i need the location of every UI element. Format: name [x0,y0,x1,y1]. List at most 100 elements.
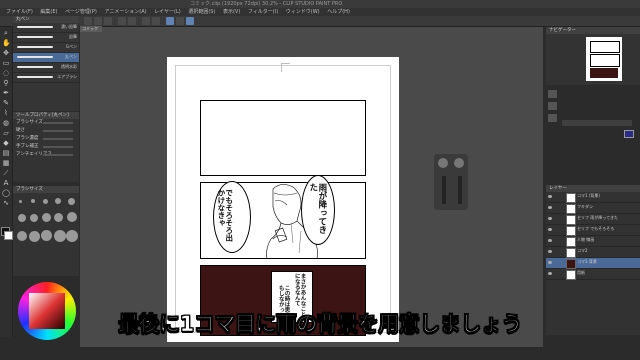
layer-row[interactable]: 用紙 [546,269,640,280]
eraser-icon[interactable]: ▱ [2,129,10,137]
redo-button[interactable] [128,17,136,25]
brush-item[interactable]: エアブラシ [13,73,79,83]
move-icon[interactable]: ✥ [2,49,10,57]
rotate-knob[interactable] [438,158,448,168]
eyedropper-icon[interactable]: ⚲ [2,79,10,87]
layer-color-swatch[interactable] [624,130,634,138]
brush-item[interactable]: 透明水彩 [13,63,79,73]
brush-size-preset[interactable] [30,214,38,222]
open-button[interactable] [94,17,102,25]
snap-frame-button[interactable] [186,17,194,25]
brush-size-preset[interactable] [17,231,27,241]
fill-button[interactable] [152,17,160,25]
brush-item-label: エアブラシ [57,74,77,79]
select-icon[interactable]: ▭ [2,59,10,67]
frame-icon[interactable]: ▦ [2,159,10,167]
brush-icon[interactable]: ⌇ [2,109,10,117]
property-row[interactable]: ブラシサイズ [13,119,79,127]
fill-icon[interactable]: ◆ [2,139,10,147]
navigator-thumbnail[interactable] [586,37,622,81]
clear-button[interactable] [142,17,150,25]
eye-icon[interactable] [548,195,552,198]
comic-frame-1[interactable] [200,100,366,176]
property-row[interactable]: 手ブレ補正 [13,143,79,151]
layer-row-selected[interactable]: コマ3 背景 [546,258,640,269]
ruler-icon[interactable]: ⟋ [2,169,10,177]
history-icon[interactable] [548,102,557,110]
eye-icon[interactable] [548,239,552,242]
brush-size-preset[interactable] [68,198,75,205]
layer-property-bar[interactable] [562,120,632,126]
hand-icon[interactable]: ✋ [2,39,11,47]
eye-icon[interactable] [548,217,552,220]
save-button[interactable] [104,17,112,25]
layer-row[interactable]: コマ1 (背景) [546,192,640,203]
opacity-slider[interactable] [442,176,446,204]
eye-icon[interactable] [548,228,552,231]
brush-size-preset[interactable] [29,231,40,242]
layer-name: コマ3 背景 [577,259,597,264]
lasso-icon[interactable]: ◌ [2,69,10,77]
menu-item-view[interactable]: 表示(V) [223,8,240,16]
layer-row[interactable]: セリフ でもそろそろ [546,225,640,236]
property-row[interactable]: ブラシ濃度 [13,135,79,143]
tool-palette: ⌕ ✋ ✥ ▭ ◌ ⚲ ✒ ✎ ⌇ ◍ ▱ ◆ ▤ ▦ ⟋ A ◯ ∿ [0,27,13,337]
correct-line-icon[interactable]: ∿ [2,199,10,207]
brush-item[interactable]: 鉛筆 [13,33,79,43]
brush-size-preset[interactable] [31,199,35,203]
menu-item-page[interactable]: ページ管理(P) [65,8,97,16]
eye-icon[interactable] [548,206,552,209]
text-icon[interactable]: A [2,179,10,187]
manga-page[interactable]: 雨が降ってきた でもそろそろ出かけなきゃ まさかあんなことになるなんて この時は… [167,57,399,342]
menu-item-filter[interactable]: フィルター(I) [248,8,278,16]
pen-icon[interactable]: ✒ [2,89,10,97]
brush-size-preset[interactable] [43,199,48,204]
pencil-icon[interactable]: ✎ [2,99,10,107]
menu-item-edit[interactable]: 編集(E) [40,8,57,16]
brush-size-preset[interactable] [18,214,26,222]
airbrush-icon[interactable]: ◍ [2,119,10,127]
eye-icon[interactable] [548,261,552,264]
menu-item-layer[interactable]: レイヤー(L) [154,8,181,16]
size-slider[interactable] [458,176,462,204]
layer-row[interactable]: 人物 線画 [546,236,640,247]
brush-size-preset[interactable] [54,230,66,242]
brush-size-preset[interactable] [55,198,61,204]
layer-row[interactable]: フキダシ [546,203,640,214]
brush-size-preset[interactable] [41,230,52,241]
menu-item-window[interactable]: ウィンドウ(W) [286,8,320,16]
zoom-icon[interactable]: ⌕ [2,29,10,37]
zoom-knob[interactable] [454,158,464,168]
undo-button[interactable] [118,17,126,25]
new-file-button[interactable] [84,17,92,25]
property-row[interactable]: アンチエイリアス [13,151,79,159]
brush-item[interactable]: 濃い鉛筆 [13,23,79,33]
property-row[interactable]: 硬さ [13,127,79,135]
brush-size-preset[interactable] [42,213,51,222]
tab-canvas[interactable]: コミック [80,26,102,32]
window-title: コミック.clip (1920px 72dpi) 30.2% - CLIP ST… [190,1,343,7]
menu-bar: ファイル(F) 編集(E) ページ管理(P) アニメーション(A) レイヤー(L… [0,8,640,16]
material-icon[interactable] [548,114,557,122]
gradient-icon[interactable]: ▤ [2,149,10,157]
layer-row[interactable]: セリフ 雨が降ってきた [546,214,640,225]
brush-size-preset[interactable] [66,230,78,242]
layer-row[interactable]: コマ2 [546,247,640,258]
menu-item-selection[interactable]: 選択範囲(S) [188,8,215,16]
brush-size-preset[interactable] [19,200,22,203]
eye-icon[interactable] [548,250,552,253]
balloon-icon[interactable]: ◯ [2,189,10,197]
palette-icon[interactable] [548,90,557,98]
brush-item[interactable]: 丸ペン [13,53,79,63]
brush-item[interactable]: Gペン [13,43,79,53]
snap-ruler-button[interactable] [166,17,174,25]
menu-item-animation[interactable]: アニメーション(A) [104,8,146,16]
menu-item-file[interactable]: ファイル(F) [6,8,33,16]
sub-color-swatch[interactable] [4,231,13,240]
eye-icon[interactable] [548,272,552,275]
menu-item-help[interactable]: ヘルプ(H) [327,8,350,16]
brush-size-preset[interactable] [67,212,77,222]
brush-item-label: Gペン [65,44,77,49]
brush-size-preset[interactable] [54,213,63,222]
snap-grid-button[interactable] [176,17,184,25]
